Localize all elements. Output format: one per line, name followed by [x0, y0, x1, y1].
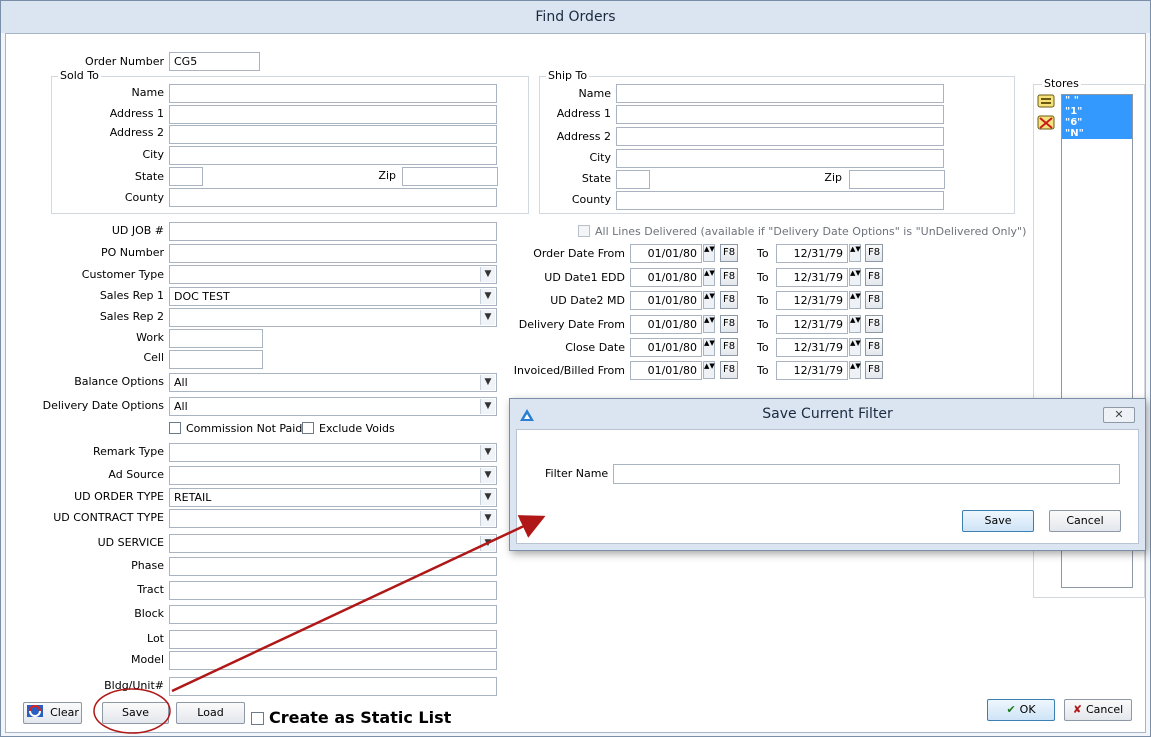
find-orders-window: Find Orders Order Number CG5 Sold To Nam… [0, 0, 1151, 737]
annotation-arrow [171, 515, 546, 693]
annotation-overlay [93, 515, 546, 734]
annotation-ellipse [93, 688, 171, 734]
